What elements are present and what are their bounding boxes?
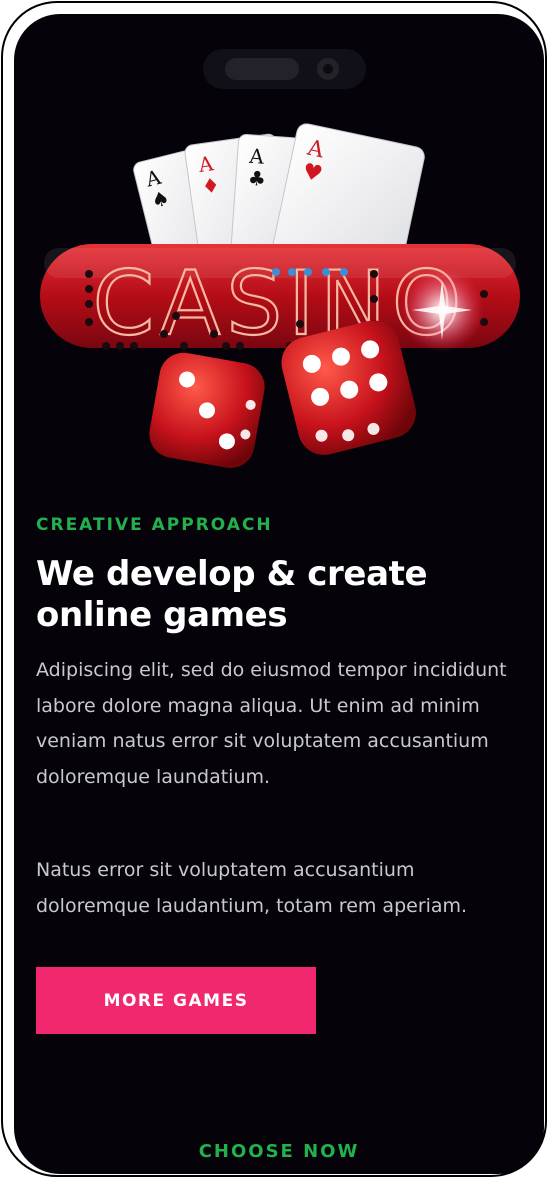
- phone-frame: A ♠ A ♦ A ♣ A ♥ ♥: [1, 1, 547, 1177]
- svg-text:♣: ♣: [247, 166, 267, 191]
- section-eyebrow: CREATIVE APPROACH: [36, 515, 273, 535]
- svg-text:♦: ♦: [200, 173, 221, 199]
- camera-icon: [317, 58, 339, 80]
- casino-hero-illustration: A ♠ A ♦ A ♣ A ♥ ♥: [40, 123, 520, 468]
- dynamic-island: [203, 49, 366, 89]
- dice-left: [149, 352, 265, 468]
- more-games-button[interactable]: MORE GAMES: [36, 967, 316, 1034]
- island-sensor: [225, 58, 299, 80]
- section-title: We develop & create online games: [36, 554, 428, 635]
- screen: A ♠ A ♦ A ♣ A ♥ ♥: [14, 14, 544, 1174]
- section-paragraph-1: Adipiscing elit, sed do eiusmod tempor i…: [36, 659, 507, 788]
- section-paragraph-2: Natus error sit voluptatem accusantium d…: [36, 859, 468, 917]
- choose-now-link[interactable]: CHOOSE NOW: [14, 1141, 544, 1162]
- casino-neon-sign: CASINO: [40, 244, 520, 356]
